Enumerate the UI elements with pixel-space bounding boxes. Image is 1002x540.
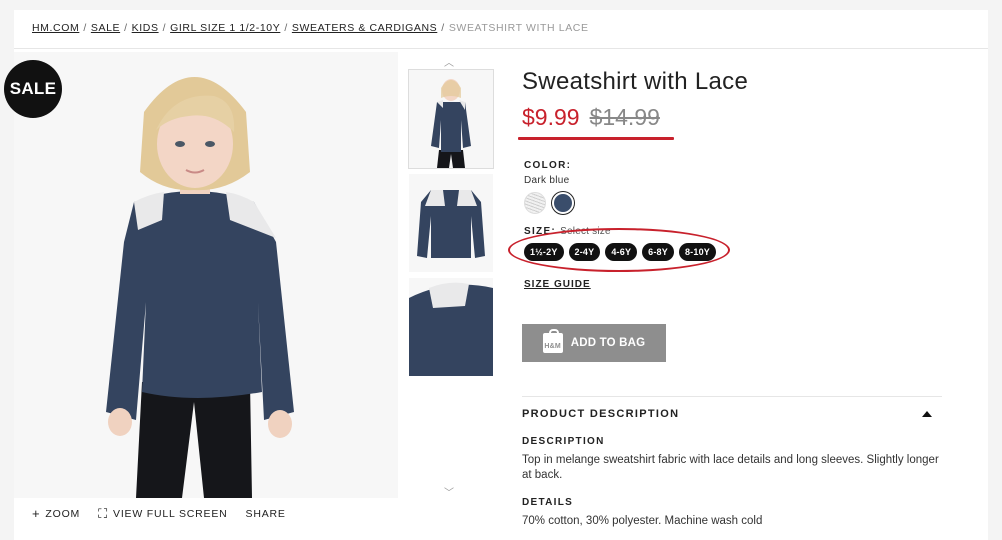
fullscreen-label: VIEW FULL SCREEN [113,508,228,520]
breadcrumb-girl-size[interactable]: GIRL SIZE 1 1/2-10Y [170,22,280,34]
breadcrumb-separator: / [83,22,87,34]
size-label: SIZE: [524,226,557,237]
image-controls: + ZOOM ⛶ VIEW FULL SCREEN SHARE [32,506,286,521]
thumbnail-model-photo [409,70,493,168]
fullscreen-button[interactable]: ⛶ VIEW FULL SCREEN [98,506,228,521]
expand-icon: ⛶ [98,506,109,521]
swatch-white[interactable] [524,192,546,214]
product-info: Sweatshirt with Lace $9.99 $14.99 COLOR:… [508,68,942,529]
color-label: COLOR: [524,160,572,171]
description-text: Top in melange sweatshirt fabric with la… [522,454,939,481]
description-title: DESCRIPTION [522,436,605,447]
size-label-row: SIZE: Select size [524,226,942,237]
breadcrumb-separator: / [284,22,288,34]
color-swatches [524,192,942,214]
breadcrumb-separator: / [441,22,445,34]
collapse-arrow-icon [922,411,932,417]
breadcrumb-sale[interactable]: SALE [91,22,120,34]
thumbnail-3[interactable] [409,278,493,376]
sale-badge: SALE [4,60,62,118]
product-description-header: PRODUCT DESCRIPTION [522,408,680,420]
zoom-button[interactable]: + ZOOM [32,506,81,521]
thumbnail-flat-photo [409,174,493,272]
details-text: 70% cotton, 30% polyester. Machine wash … [522,515,763,527]
thumbnail-detail-photo [409,278,493,376]
selected-color-name: Dark blue [524,175,570,186]
price-highlight-underline [518,137,674,140]
thumb-down-arrow-icon[interactable]: ﹀ [444,484,454,499]
details-title: DETAILS [522,497,574,508]
breadcrumb-current: SWEATSHIRT WITH LACE [448,22,589,34]
product-description-toggle[interactable]: PRODUCT DESCRIPTION [522,396,942,420]
size-options: 1½-2Y 2-4Y 4-6Y 6-8Y 8-10Y [524,243,942,261]
details-section: DETAILS 70% cotton, 30% polyester. Machi… [522,497,942,529]
breadcrumb-separator: / [124,22,128,34]
zoom-label: ZOOM [45,508,81,520]
size-option[interactable]: 6-8Y [642,243,674,261]
shopping-bag-icon: H&M [542,329,563,353]
thumbnail-1[interactable] [408,69,494,169]
product-title: Sweatshirt with Lace [522,68,749,95]
breadcrumb-sweaters[interactable]: SWEATERS & CARDIGANS [292,22,437,34]
price-block: $9.99 $14.99 [522,104,942,131]
add-to-bag-button[interactable]: H&M ADD TO BAG [522,324,666,362]
header-divider [14,48,988,49]
size-hint: Select size [560,226,611,237]
size-option[interactable]: 8-10Y [678,243,716,261]
breadcrumb-kids[interactable]: KIDS [132,22,159,34]
share-button[interactable]: SHARE [246,508,286,520]
breadcrumb: HM.COM / SALE / KIDS / GIRL SIZE 1 1/2-10Y / SWE… [32,22,589,34]
main-product-image[interactable] [14,52,398,498]
size-option[interactable]: 1½-2Y [524,243,564,261]
size-guide-link[interactable]: SIZE GUIDE [524,279,591,290]
product-page: HM.COM / SALE / KIDS / GIRL SIZE 1 1/2-10Y / SWE… [4,10,988,540]
product-photo [14,52,398,498]
sale-price: $9.99 [522,104,580,130]
swatch-dark-blue[interactable] [552,192,574,214]
color-selector: COLOR: Dark blue [524,160,942,214]
thumbnail-2[interactable] [409,174,493,272]
thumb-up-arrow-icon[interactable]: ︿ [444,54,454,69]
breadcrumb-home[interactable]: HM.COM [32,22,79,34]
thumbnail-list [408,69,494,382]
size-option[interactable]: 2-4Y [568,243,601,261]
share-label: SHARE [245,508,286,520]
breadcrumb-separator: / [162,22,167,34]
size-option[interactable]: 4-6Y [605,243,638,261]
plus-icon: + [32,506,41,521]
size-selector: SIZE: Select size 1½-2Y 2-4Y 4-6Y 6-8Y 8… [508,226,942,272]
add-to-bag-label: ADD TO BAG [570,337,646,349]
description-section: DESCRIPTION Top in melange sweatshirt fa… [522,436,942,483]
original-price: $14.99 [589,104,660,130]
